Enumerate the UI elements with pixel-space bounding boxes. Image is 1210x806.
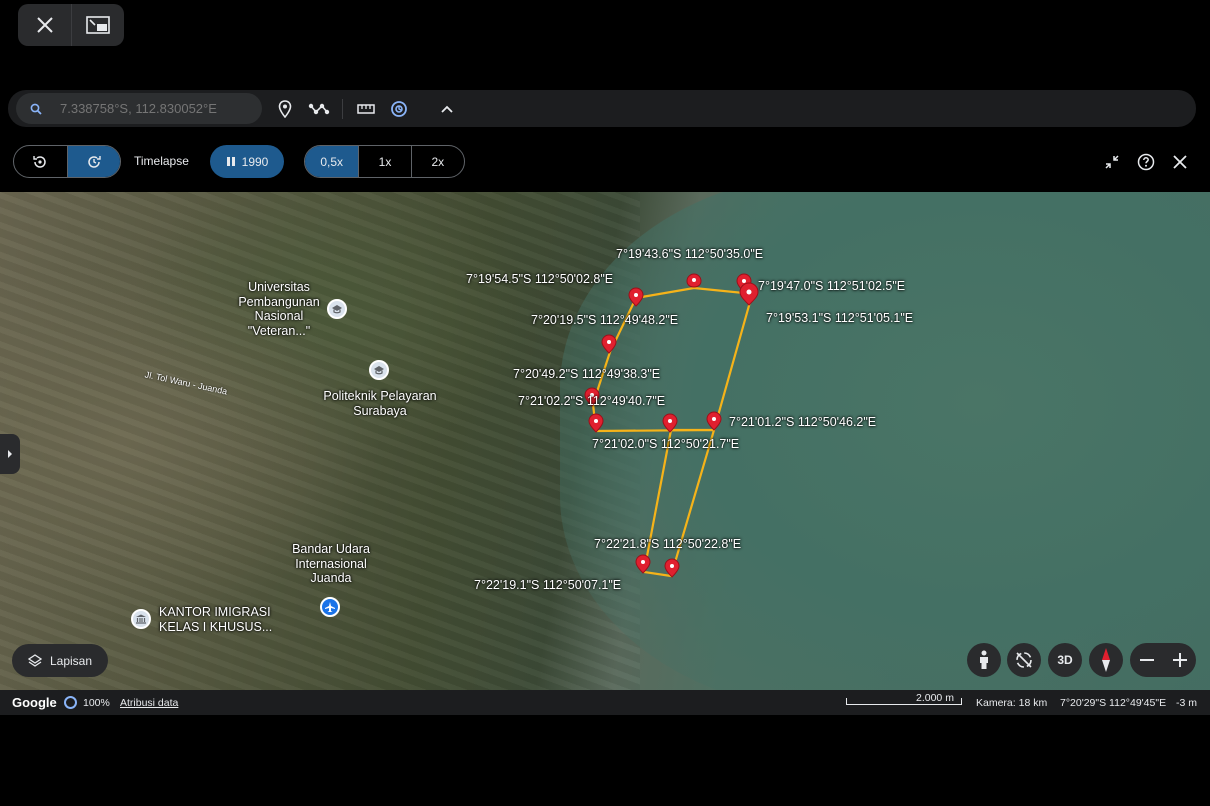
add-placemark-button[interactable] (272, 96, 298, 122)
compass-icon (1102, 648, 1110, 672)
scale-bar (846, 698, 962, 705)
chevron-up-icon (441, 105, 453, 113)
close-button[interactable] (18, 4, 71, 46)
marker-label: 7°20'49.2"S 112°49'38.3"E (513, 367, 661, 381)
marker-label: 7°19'47.0"S 112°51'02.5"E (758, 279, 906, 293)
map-view[interactable]: 7°19'43.6"S 112°50'35.0"E 7°19'54.5"S 11… (0, 192, 1210, 690)
marker-label: 7°21'02.0"S 112°50'21.7"E (592, 437, 740, 451)
place-label-politeknik[interactable]: Politeknik Pelayaran Surabaya (318, 389, 442, 418)
chevron-right-icon (8, 450, 12, 458)
historical-imagery-button[interactable] (386, 96, 412, 122)
layers-icon (27, 653, 42, 667)
government-building-icon[interactable] (131, 609, 151, 629)
picture-in-picture-button[interactable] (71, 4, 124, 46)
close-icon (1173, 155, 1187, 169)
imagery-mode-toggle (13, 145, 121, 178)
airport-icon[interactable] (320, 597, 340, 617)
help-button[interactable] (1134, 150, 1158, 174)
app-frame: Timelapse 1990 0,5x 1x 2x (0, 0, 1210, 806)
zoom-control (1130, 643, 1196, 677)
marker-label: 7°21'01.2"S 112°50'46.2"E (729, 415, 877, 429)
speed-selector: 0,5x 1x 2x (304, 145, 465, 178)
elevation: -3 m (1176, 697, 1197, 709)
load-percent: 100% (83, 697, 110, 709)
collapse-icon (1105, 155, 1119, 169)
rotation-off-icon (1016, 652, 1032, 668)
layers-label: Lapisan (49, 653, 93, 668)
reset-tilt-button[interactable] (1007, 643, 1041, 677)
place-label-imigrasi[interactable]: KANTOR IMIGRASI KELAS I KHUSUS... (159, 605, 279, 634)
school-icon[interactable] (369, 360, 389, 380)
search-box[interactable] (16, 93, 262, 124)
placemark-icon (278, 100, 292, 118)
zoom-in-button[interactable] (1163, 643, 1196, 677)
search-icon (16, 103, 56, 115)
close-icon (36, 17, 53, 33)
3d-toggle-button[interactable]: 3D (1048, 643, 1082, 677)
timelapse-play-pause-button[interactable]: 1990 (210, 145, 284, 178)
historical-mode-button[interactable] (14, 146, 67, 177)
compass-button[interactable] (1089, 643, 1123, 677)
marker-label: 7°19'54.5"S 112°50'02.8"E (466, 272, 614, 286)
speed-option-2x[interactable]: 2x (410, 146, 464, 177)
timelapse-year: 1990 (241, 154, 269, 169)
minus-icon (1139, 659, 1154, 661)
marker-label: 7°22'19.1"S 112°50'07.1"E (474, 578, 622, 592)
pegman-icon (980, 650, 988, 669)
search-input[interactable] (60, 101, 250, 116)
timelapse-label: Timelapse (134, 154, 189, 168)
toolbar-divider (342, 99, 343, 119)
street-view-button[interactable] (967, 643, 1001, 677)
timelapse-mode-button[interactable] (66, 146, 120, 177)
minimize-button[interactable] (1100, 150, 1124, 174)
marker-label: 7°21'02.2"S 112°49'40.7"E (518, 394, 666, 408)
marker-label: 7°22'21.8"S 112°50'22.8"E (594, 537, 742, 551)
picture-in-picture-icon (86, 16, 110, 34)
place-label-airport[interactable]: Bandar Udara Internasional Juanda (282, 542, 380, 586)
marker-label: 7°20'19.5"S 112°49'48.2"E (531, 313, 679, 327)
history-icon (33, 155, 47, 168)
marker-label: 7°19'43.6"S 112°50'35.0"E (616, 247, 764, 261)
layers-button[interactable]: Lapisan (12, 644, 108, 677)
help-icon (1137, 153, 1155, 171)
place-label-upn[interactable]: Universitas Pembangunan Nasional "Vetera… (228, 280, 330, 338)
ruler-icon (357, 104, 375, 114)
window-controls (18, 4, 124, 46)
google-logo: Google (12, 695, 57, 710)
collapse-toolbar-button[interactable] (434, 96, 460, 122)
search-toolbar (8, 90, 1196, 127)
camera-altitude: Kamera: 18 km (976, 697, 1048, 709)
university-icon[interactable] (327, 299, 347, 319)
drawn-path (591, 286, 752, 578)
speed-option-0-5x[interactable]: 0,5x (305, 146, 359, 177)
marker-label: 7°19'53.1"S 112°51'05.1"E (766, 311, 914, 325)
loading-indicator (64, 696, 77, 709)
status-bar: Google 100% Atribusi data 2.000 m Kamera… (0, 690, 1210, 715)
zoom-out-button[interactable] (1130, 643, 1163, 677)
pause-icon (226, 157, 235, 166)
measure-button[interactable] (353, 96, 379, 122)
history-icon (391, 101, 407, 117)
cursor-position: 7°20'29"S 112°49'45"E (1060, 697, 1167, 709)
timelapse-icon (88, 155, 101, 168)
close-timelapse-button[interactable] (1168, 150, 1192, 174)
plus-icon (1172, 653, 1187, 667)
side-panel-toggle[interactable] (0, 434, 20, 474)
data-attribution-link[interactable]: Atribusi data (120, 697, 178, 709)
path-icon (308, 103, 330, 115)
speed-option-1x[interactable]: 1x (358, 146, 410, 177)
add-path-button[interactable] (306, 96, 332, 122)
